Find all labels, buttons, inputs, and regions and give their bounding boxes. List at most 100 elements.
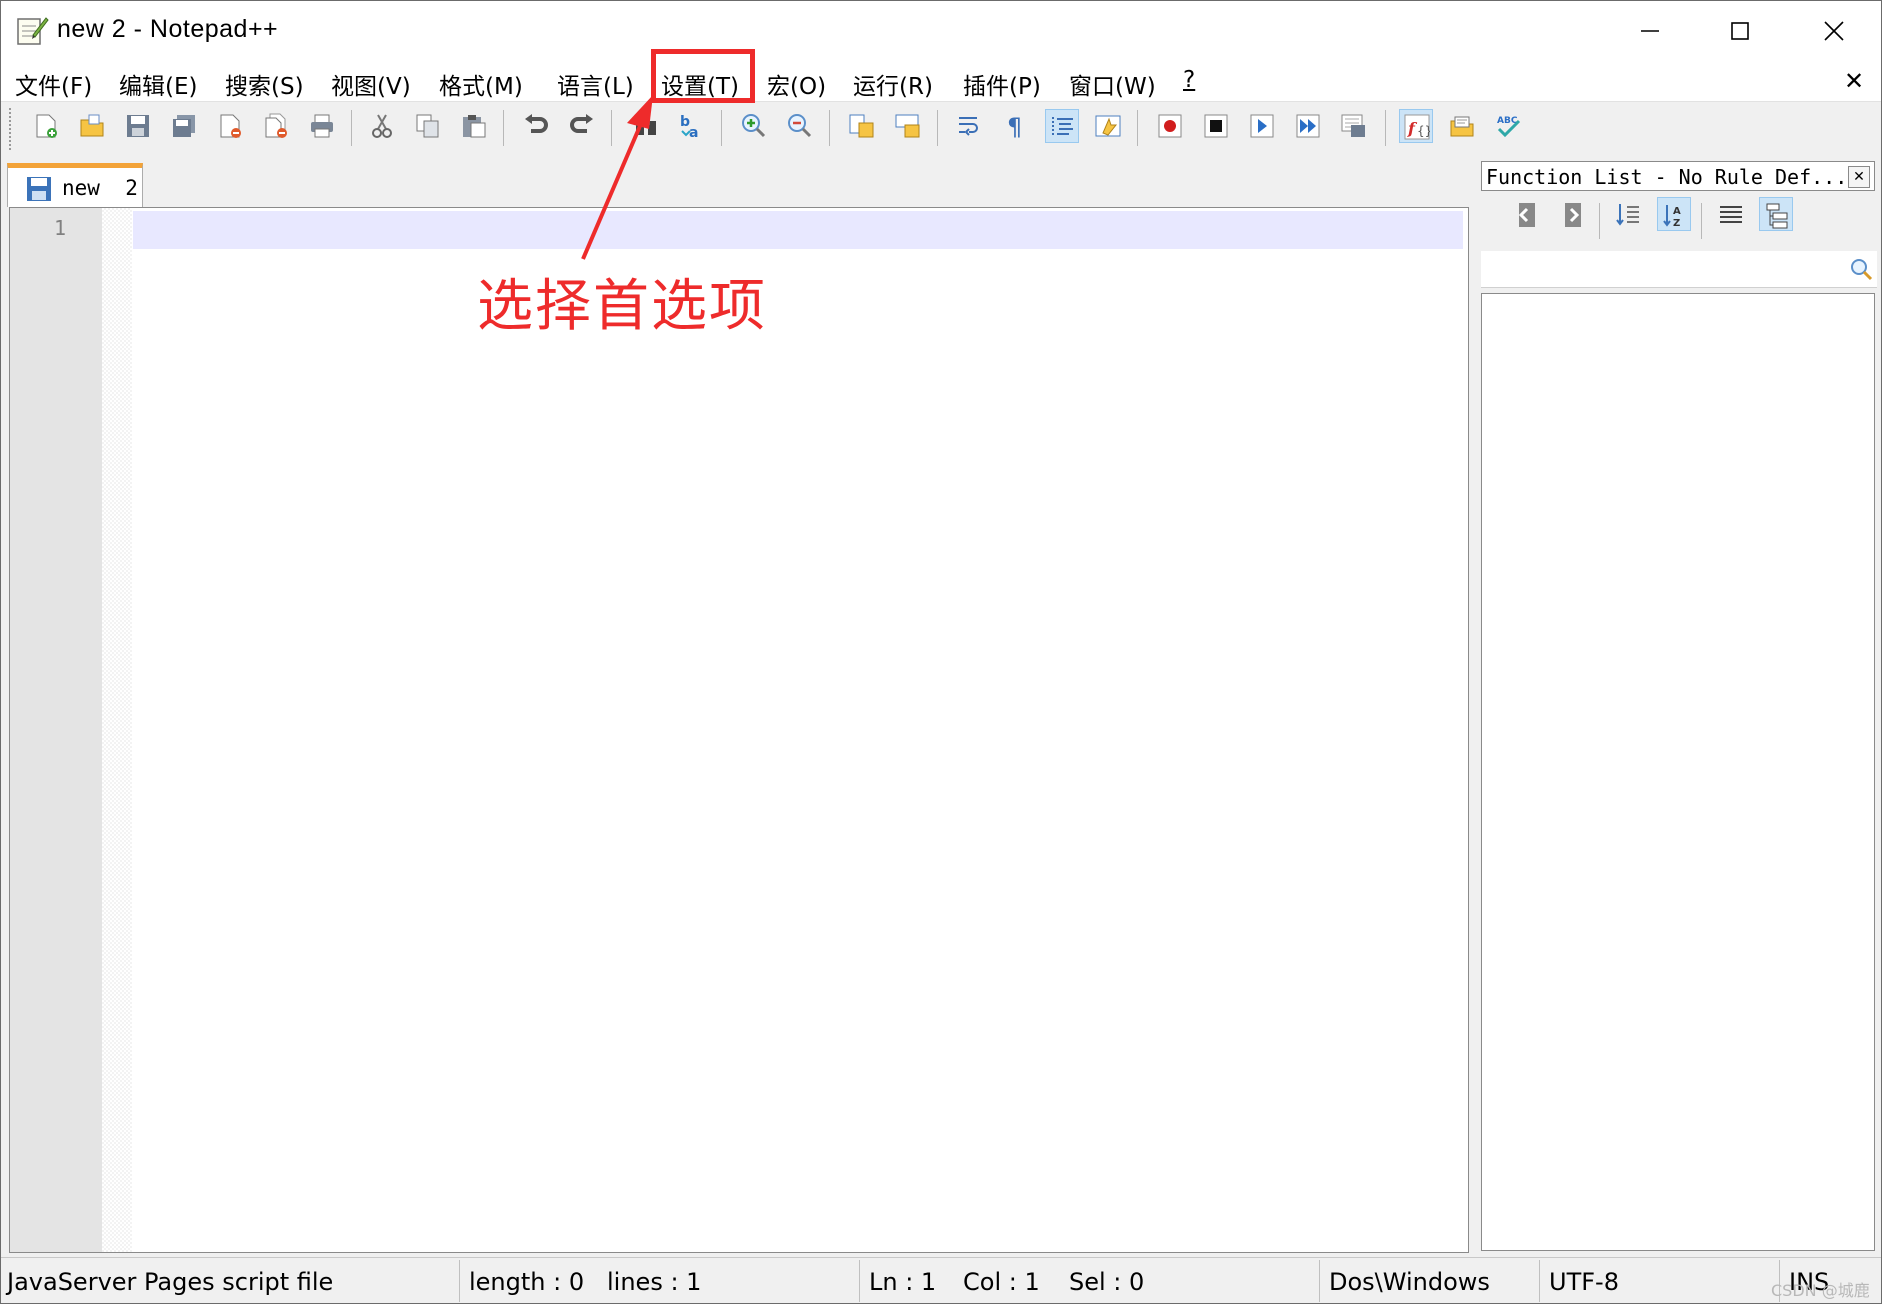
show-all-chars-button[interactable]: ¶ <box>999 109 1033 143</box>
redo-button[interactable] <box>565 109 599 143</box>
undo-icon <box>525 114 548 133</box>
current-line-highlight[interactable] <box>133 211 1463 249</box>
fast-forward-icon <box>1296 114 1320 138</box>
zoom-out-button[interactable] <box>783 109 817 143</box>
menu-macro[interactable]: 宏(O) <box>767 67 826 101</box>
notepad-app-icon <box>17 17 49 45</box>
new-file-icon <box>36 114 57 138</box>
editor-area[interactable]: 1 <box>9 207 1469 1253</box>
toolbar-separator <box>721 110 722 146</box>
maximize-icon <box>1731 22 1749 40</box>
find-button[interactable] <box>629 109 663 143</box>
save-all-button[interactable] <box>167 109 201 143</box>
svg-text:Z: Z <box>1673 218 1680 229</box>
new-file-button[interactable] <box>29 109 63 143</box>
close-window-button[interactable] <box>1789 1 1879 61</box>
cut-button[interactable] <box>365 109 399 143</box>
run-macro-multiple-button[interactable] <box>1291 109 1325 143</box>
toolbar-separator <box>1385 110 1386 146</box>
zoom-in-button[interactable] <box>737 109 771 143</box>
document-map-icon <box>1450 116 1474 137</box>
close-all-button[interactable] <box>259 109 293 143</box>
back-icon <box>1518 203 1535 227</box>
menu-edit[interactable]: 编辑(E) <box>119 67 197 101</box>
print-button[interactable] <box>305 109 339 143</box>
line-number: 1 <box>54 216 67 240</box>
replace-button[interactable]: ba <box>675 109 709 143</box>
status-eol-format[interactable]: Dos\Windows <box>1329 1268 1490 1296</box>
paste-button[interactable] <box>457 109 491 143</box>
status-separator <box>859 1260 860 1302</box>
tree-view-icon <box>1766 203 1788 229</box>
play-macro-button[interactable] <box>1245 109 1279 143</box>
zoom-out-icon <box>788 114 812 138</box>
tab-new-2[interactable]: new 2 <box>7 163 143 207</box>
status-line: Ln : 1 <box>869 1268 937 1296</box>
open-folder-icon <box>80 114 104 137</box>
menu-run[interactable]: 运行(R) <box>853 67 933 101</box>
function-list-icon: f{} <box>1404 114 1430 140</box>
indent-guide-button[interactable] <box>1045 109 1079 143</box>
svg-text:{}: {} <box>1417 124 1430 138</box>
function-list-button[interactable]: f{} <box>1399 109 1433 143</box>
menu-help[interactable]: ? <box>1183 67 1195 93</box>
fold-margin[interactable] <box>102 208 132 1252</box>
minimize-button[interactable] <box>1605 1 1695 61</box>
open-file-button[interactable] <box>75 109 109 143</box>
fl-forward-button[interactable] <box>1557 197 1591 231</box>
close-all-icon <box>265 113 287 138</box>
save-macro-button[interactable] <box>1337 109 1371 143</box>
word-wrap-button[interactable] <box>953 109 987 143</box>
menu-search[interactable]: 搜索(S) <box>225 67 304 101</box>
fl-sort-button[interactable]: AZ <box>1657 197 1691 231</box>
status-encoding[interactable]: UTF-8 <box>1549 1268 1619 1296</box>
toolbar-separator <box>503 110 504 146</box>
toolbar-grip[interactable] <box>9 108 15 150</box>
title-bar[interactable]: new 2 - Notepad++ <box>1 1 1881 61</box>
close-document-button[interactable]: ✕ <box>1844 67 1864 95</box>
menu-plugins[interactable]: 插件(P) <box>963 67 1041 101</box>
line-number-gutter: 1 <box>10 208 102 1252</box>
fl-tree-view-button[interactable] <box>1759 197 1793 231</box>
spell-check-button[interactable]: ABC <box>1491 109 1525 143</box>
notepad-window: new 2 - Notepad++ 文件(F) 编辑(E) 搜索(S) 视图(V… <box>0 0 1882 1304</box>
save-button[interactable] <box>121 109 155 143</box>
save-macro-icon <box>1341 114 1365 137</box>
folder-as-workspace-button[interactable] <box>1091 109 1125 143</box>
stop-record-button[interactable] <box>1199 109 1233 143</box>
function-list-tree[interactable] <box>1481 293 1875 1251</box>
menu-language[interactable]: 语言(L) <box>557 67 634 101</box>
function-list-search-input[interactable] <box>1481 251 1877 288</box>
status-length: length : 0 <box>469 1268 585 1296</box>
menu-bar: 文件(F) 编辑(E) 搜索(S) 视图(V) 格式(M) 语言(L) 设置(T… <box>1 61 1881 101</box>
menu-file[interactable]: 文件(F) <box>15 67 92 101</box>
undo-button[interactable] <box>519 109 553 143</box>
record-macro-button[interactable] <box>1153 109 1187 143</box>
function-list-title: Function List - No Rule Def... <box>1486 165 1848 189</box>
replace-icon: ba <box>680 114 698 139</box>
function-list-toolbar: AZ <box>1479 197 1879 247</box>
close-file-button[interactable] <box>213 109 247 143</box>
status-separator <box>1319 1260 1320 1302</box>
zoom-in-icon <box>742 114 766 138</box>
window-title: new 2 - Notepad++ <box>57 15 279 43</box>
fl-unsorted-button[interactable] <box>1611 197 1645 231</box>
fl-reload-button[interactable] <box>1713 197 1747 231</box>
copy-button[interactable] <box>411 109 445 143</box>
sync-horizontal-button[interactable] <box>891 109 925 143</box>
printer-icon <box>311 114 333 138</box>
menu-format[interactable]: 格式(M) <box>439 67 523 101</box>
redo-icon <box>570 114 593 133</box>
document-map-button[interactable] <box>1445 109 1479 143</box>
search-icon[interactable] <box>1849 257 1873 281</box>
menu-window[interactable]: 窗口(W) <box>1069 67 1156 101</box>
sync-vertical-button[interactable] <box>845 109 879 143</box>
save-all-icon <box>173 115 195 137</box>
function-list-panel: Function List - No Rule Def... ✕ AZ <box>1479 159 1879 1255</box>
watermark: CSDN @城鹿 <box>1771 1281 1870 1300</box>
maximize-button[interactable] <box>1695 1 1785 61</box>
menu-view[interactable]: 视图(V) <box>331 67 411 101</box>
fl-back-button[interactable] <box>1511 197 1545 231</box>
toolbar-separator <box>1701 203 1702 239</box>
function-list-close-button[interactable]: ✕ <box>1848 166 1870 188</box>
